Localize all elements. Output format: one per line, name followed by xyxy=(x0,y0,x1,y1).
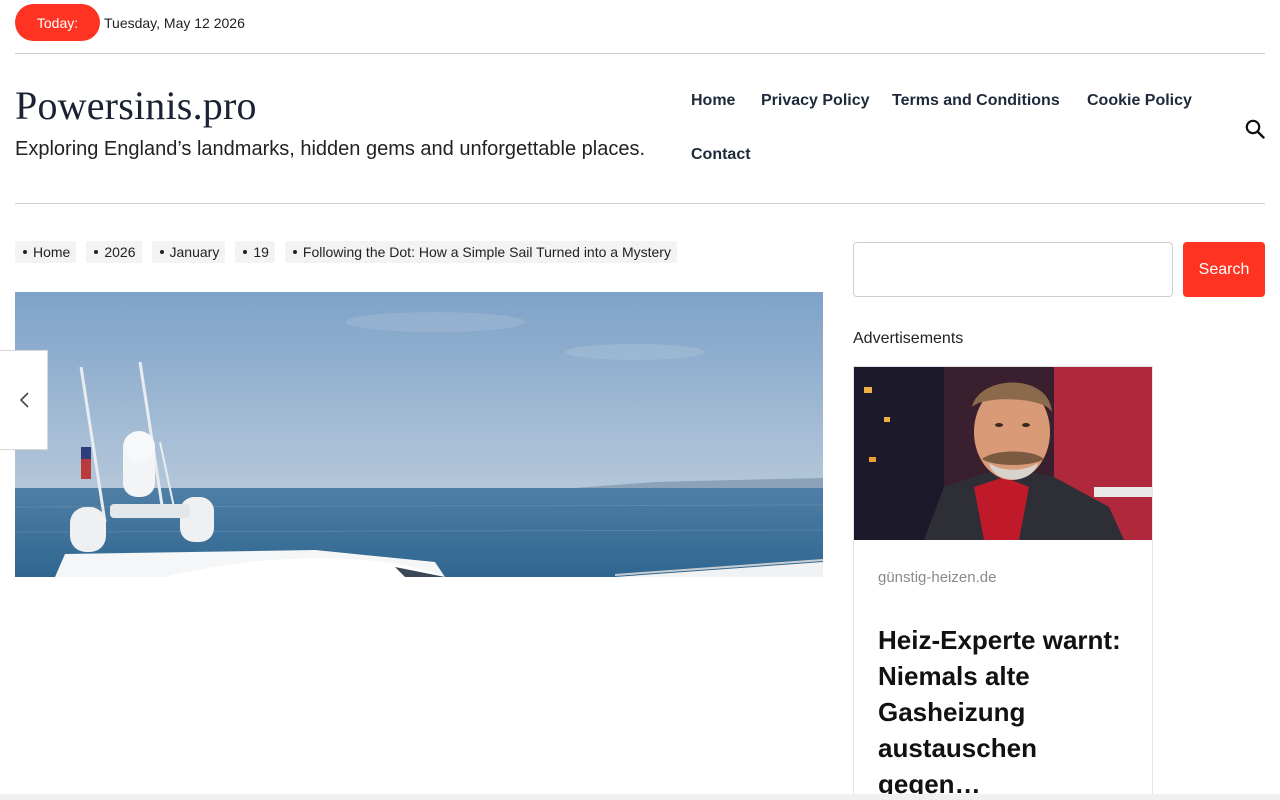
today-badge: Today: xyxy=(15,4,100,41)
horizontal-scrollbar[interactable] xyxy=(0,794,1280,800)
breadcrumb-label: 2026 xyxy=(104,244,136,260)
nav-cookie-policy[interactable]: Cookie Policy xyxy=(1087,92,1192,110)
featured-image xyxy=(15,292,823,577)
ad-card[interactable]: günstig-heizen.de Heiz-Experte warnt: Ni… xyxy=(853,366,1153,800)
breadcrumb-label: 19 xyxy=(253,244,269,260)
breadcrumb-item[interactable]: January xyxy=(151,241,226,263)
sidebar-search-button[interactable]: Search xyxy=(1183,242,1265,297)
chevron-left-icon xyxy=(19,392,29,408)
bullet-icon xyxy=(94,250,99,254)
bullet-icon xyxy=(159,250,164,254)
bullet-icon xyxy=(292,250,297,254)
breadcrumb-current: Following the Dot: How a Simple Sail Tur… xyxy=(284,241,677,263)
ad-headline[interactable]: Heiz-Experte warnt: Niemals alte Gasheiz… xyxy=(878,622,1138,800)
breadcrumb-label: January xyxy=(169,244,220,260)
site-tagline: Exploring England’s landmarks, hidden ge… xyxy=(15,138,646,160)
breadcrumb-label: Following the Dot: How a Simple Sail Tur… xyxy=(302,244,671,260)
ad-source: günstig-heizen.de xyxy=(878,569,997,586)
nav-terms-and-conditions[interactable]: Terms and Conditions xyxy=(892,92,1060,110)
breadcrumb-label: Home xyxy=(33,244,71,260)
advertisements-label: Advertisements xyxy=(853,330,964,347)
nav-contact[interactable]: Contact xyxy=(691,146,751,164)
breadcrumb-item[interactable]: 19 xyxy=(235,241,275,263)
bullet-icon xyxy=(243,250,248,254)
header-divider-bottom xyxy=(15,203,1265,204)
ad-photo xyxy=(854,367,1152,540)
breadcrumb-item[interactable]: 2026 xyxy=(86,241,142,263)
yacht-image xyxy=(15,292,823,577)
ad-image[interactable] xyxy=(854,367,1152,540)
nav-home[interactable]: Home xyxy=(691,92,735,110)
site-title[interactable]: Powersinis.pro xyxy=(15,82,257,129)
nav-privacy-policy[interactable]: Privacy Policy xyxy=(761,92,870,110)
previous-post-button[interactable] xyxy=(0,350,48,450)
header-divider-top xyxy=(15,53,1265,54)
search-icon[interactable] xyxy=(1245,119,1265,139)
bullet-icon xyxy=(23,250,27,254)
topbar: Today: Tuesday, May 12 2026 xyxy=(15,4,245,41)
sidebar-search-input[interactable] xyxy=(853,242,1173,297)
breadcrumb: Home 2026 January 19 Following the Dot: … xyxy=(15,241,687,263)
breadcrumb-item[interactable]: Home xyxy=(15,241,77,263)
current-date: Tuesday, May 12 2026 xyxy=(104,14,245,31)
